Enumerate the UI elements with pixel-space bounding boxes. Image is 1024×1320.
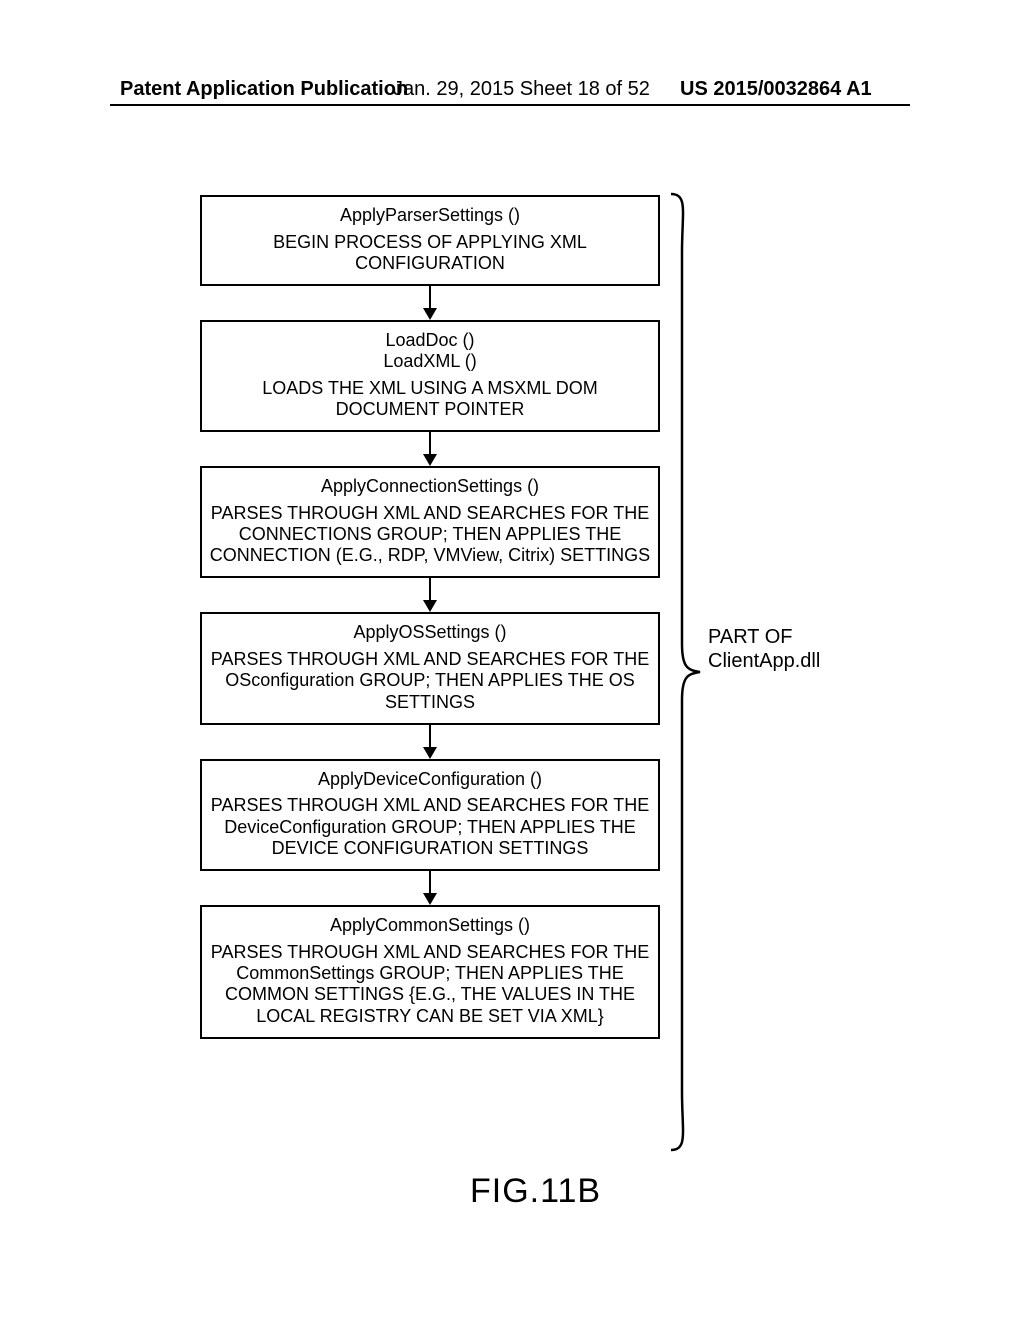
flow-box-desc: PARSES THROUGH XML AND SEARCHES FOR THE …: [208, 795, 652, 859]
brace-label: PART OF ClientApp.dll: [708, 625, 820, 673]
flow-box-apply-device-configuration: ApplyDeviceConfiguration () PARSES THROU…: [200, 759, 660, 871]
flowchart: ApplyParserSettings () BEGIN PROCESS OF …: [200, 195, 660, 1039]
flow-box-load-doc: LoadDoc () LoadXML () LOADS THE XML USIN…: [200, 320, 660, 432]
flow-box-fn: ApplyCommonSettings (): [208, 913, 652, 942]
flow-box-apply-common-settings: ApplyCommonSettings () PARSES THROUGH XM…: [200, 905, 660, 1039]
flow-box-fn: ApplyOSSettings (): [208, 620, 652, 649]
flow-box-apply-connection-settings: ApplyConnectionSettings () PARSES THROUG…: [200, 466, 660, 578]
flow-box-apply-parser-settings: ApplyParserSettings () BEGIN PROCESS OF …: [200, 195, 660, 286]
header-patent-number: US 2015/0032864 A1: [680, 78, 872, 101]
header-divider: [110, 104, 910, 106]
flow-arrow: [200, 871, 660, 905]
brace-label-line1: PART OF: [708, 626, 792, 648]
flow-box-desc: LOADS THE XML USING A MSXML DOM DOCUMENT…: [208, 378, 652, 420]
flow-box-desc: PARSES THROUGH XML AND SEARCHES FOR THE …: [208, 942, 652, 1027]
page: Patent Application Publication Jan. 29, …: [0, 0, 1024, 1320]
brace: [668, 192, 702, 1152]
flow-box-desc: PARSES THROUGH XML AND SEARCHES FOR THE …: [208, 503, 652, 567]
flow-box-desc: PARSES THROUGH XML AND SEARCHES FOR THE …: [208, 649, 652, 713]
flow-box-fn: LoadDoc () LoadXML (): [208, 328, 652, 377]
flow-arrow: [200, 725, 660, 759]
flow-box-fn: ApplyConnectionSettings (): [208, 474, 652, 503]
brace-icon: [668, 192, 702, 1152]
flow-box-apply-os-settings: ApplyOSSettings () PARSES THROUGH XML AN…: [200, 612, 660, 724]
figure-label: FIG.11B: [470, 1172, 601, 1211]
flow-arrow: [200, 578, 660, 612]
flow-arrow: [200, 286, 660, 320]
header-publication: Patent Application Publication: [120, 78, 408, 101]
header-date-sheet: Jan. 29, 2015 Sheet 18 of 52: [393, 78, 650, 101]
flow-box-fn: ApplyDeviceConfiguration (): [208, 767, 652, 796]
brace-label-line2: ClientApp.dll: [708, 650, 820, 672]
flow-box-desc: BEGIN PROCESS OF APPLYING XML CONFIGURAT…: [208, 232, 652, 274]
flow-arrow: [200, 432, 660, 466]
flow-box-fn: ApplyParserSettings (): [208, 203, 652, 232]
